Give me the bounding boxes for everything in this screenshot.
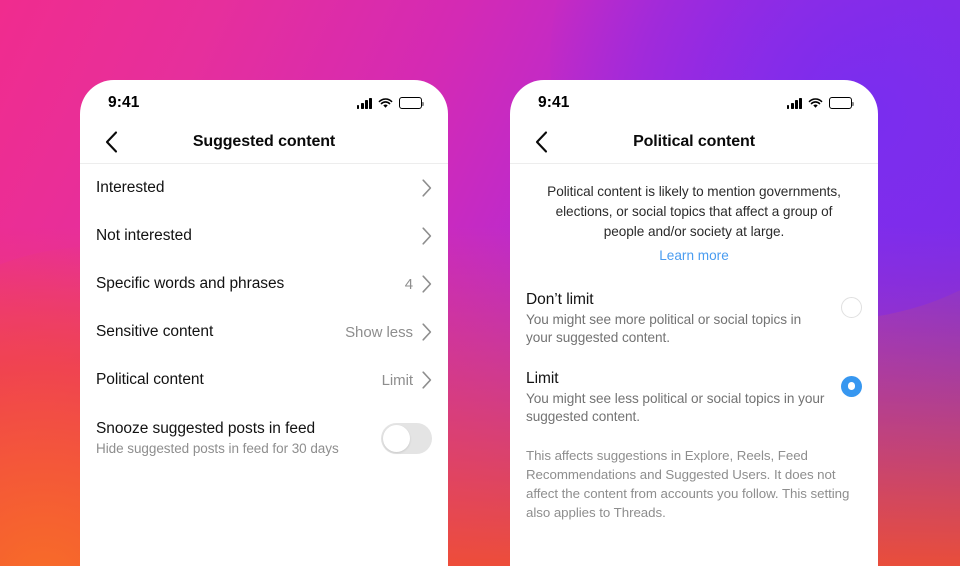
option-limit[interactable]: Limit You might see less political or so… bbox=[526, 361, 862, 440]
option-dont-limit[interactable]: Don’t limit You might see more political… bbox=[526, 282, 862, 361]
list-item-value: Limit bbox=[381, 371, 413, 389]
page-title: Suggested content bbox=[192, 132, 336, 150]
snooze-toggle[interactable] bbox=[381, 422, 432, 454]
phone-suggested-content: 9:41 Suggested content Interested Not in… bbox=[80, 80, 448, 566]
status-time: 9:41 bbox=[538, 94, 570, 111]
list-item-snooze-suggested-posts[interactable]: Snooze suggested posts in feed Hide sugg… bbox=[96, 404, 432, 466]
nav-bar-right: Political content bbox=[510, 120, 878, 164]
phone-political-content: 9:41 Political content Political content… bbox=[510, 80, 878, 566]
chevron-right-icon bbox=[422, 371, 432, 389]
list-item-interested[interactable]: Interested bbox=[96, 164, 432, 212]
chevron-right-icon bbox=[422, 227, 432, 245]
page-title: Political content bbox=[633, 132, 755, 150]
status-time: 9:41 bbox=[108, 94, 140, 111]
option-subtitle: You might see less political or social t… bbox=[526, 390, 825, 424]
battery-full-icon bbox=[399, 97, 425, 109]
radio-limit[interactable] bbox=[841, 375, 862, 397]
learn-more-link[interactable]: Learn more bbox=[510, 248, 878, 263]
option-title: Limit bbox=[526, 369, 559, 387]
battery-full-icon bbox=[829, 97, 855, 109]
screenshot-stage: 9:41 Suggested content Interested Not in… bbox=[0, 0, 960, 566]
list-item-sensitive-content[interactable]: Sensitive content Show less bbox=[96, 308, 432, 356]
option-text-group: Don’t limit You might see more political… bbox=[526, 291, 841, 348]
chevron-right-icon bbox=[422, 275, 432, 293]
cellular-signal-icon bbox=[786, 97, 802, 109]
chevron-left-icon[interactable] bbox=[527, 128, 555, 156]
suggested-content-list: Interested Not interested Specific words… bbox=[80, 164, 448, 466]
status-icons bbox=[786, 97, 855, 109]
wifi-icon bbox=[378, 97, 393, 108]
list-item-label: Political content bbox=[96, 371, 204, 388]
snooze-title: Snooze suggested posts in feed bbox=[96, 420, 316, 437]
wifi-icon bbox=[808, 97, 823, 108]
toggle-knob bbox=[383, 424, 410, 452]
cellular-signal-icon bbox=[356, 97, 372, 109]
political-content-footnote: This affects suggestions in Explore, Ree… bbox=[526, 448, 850, 521]
option-subtitle: You might see more political or social t… bbox=[526, 311, 802, 346]
status-bar-right: 9:41 bbox=[510, 80, 878, 120]
chevron-right-icon bbox=[422, 323, 432, 341]
list-item-value: Show less bbox=[345, 323, 413, 341]
list-item-political-content[interactable]: Political content Limit bbox=[96, 356, 432, 404]
chevron-right-icon bbox=[422, 179, 432, 197]
option-title: Don’t limit bbox=[526, 290, 594, 308]
political-content-options: Don’t limit You might see more political… bbox=[510, 263, 878, 440]
nav-bar-left: Suggested content bbox=[80, 120, 448, 164]
list-item-label: Specific words and phrases bbox=[96, 275, 285, 292]
snooze-text-group: Snooze suggested posts in feed Hide sugg… bbox=[96, 420, 381, 456]
political-content-description: Political content is likely to mention g… bbox=[547, 184, 841, 239]
list-item-label: Not interested bbox=[96, 227, 192, 244]
list-item-label: Sensitive content bbox=[96, 323, 214, 340]
snooze-subtitle: Hide suggested posts in feed for 30 days bbox=[96, 441, 339, 456]
status-icons bbox=[356, 97, 425, 109]
radio-dont-limit[interactable] bbox=[841, 296, 862, 318]
chevron-left-icon[interactable] bbox=[97, 128, 125, 156]
list-item-specific-words-and-phrases[interactable]: Specific words and phrases 4 bbox=[96, 260, 432, 308]
list-item-label: Interested bbox=[96, 179, 165, 196]
status-bar-left: 9:41 bbox=[80, 80, 448, 120]
list-item-value: 4 bbox=[404, 275, 413, 293]
option-text-group: Limit You might see less political or so… bbox=[526, 370, 841, 427]
list-item-not-interested[interactable]: Not interested bbox=[96, 212, 432, 260]
